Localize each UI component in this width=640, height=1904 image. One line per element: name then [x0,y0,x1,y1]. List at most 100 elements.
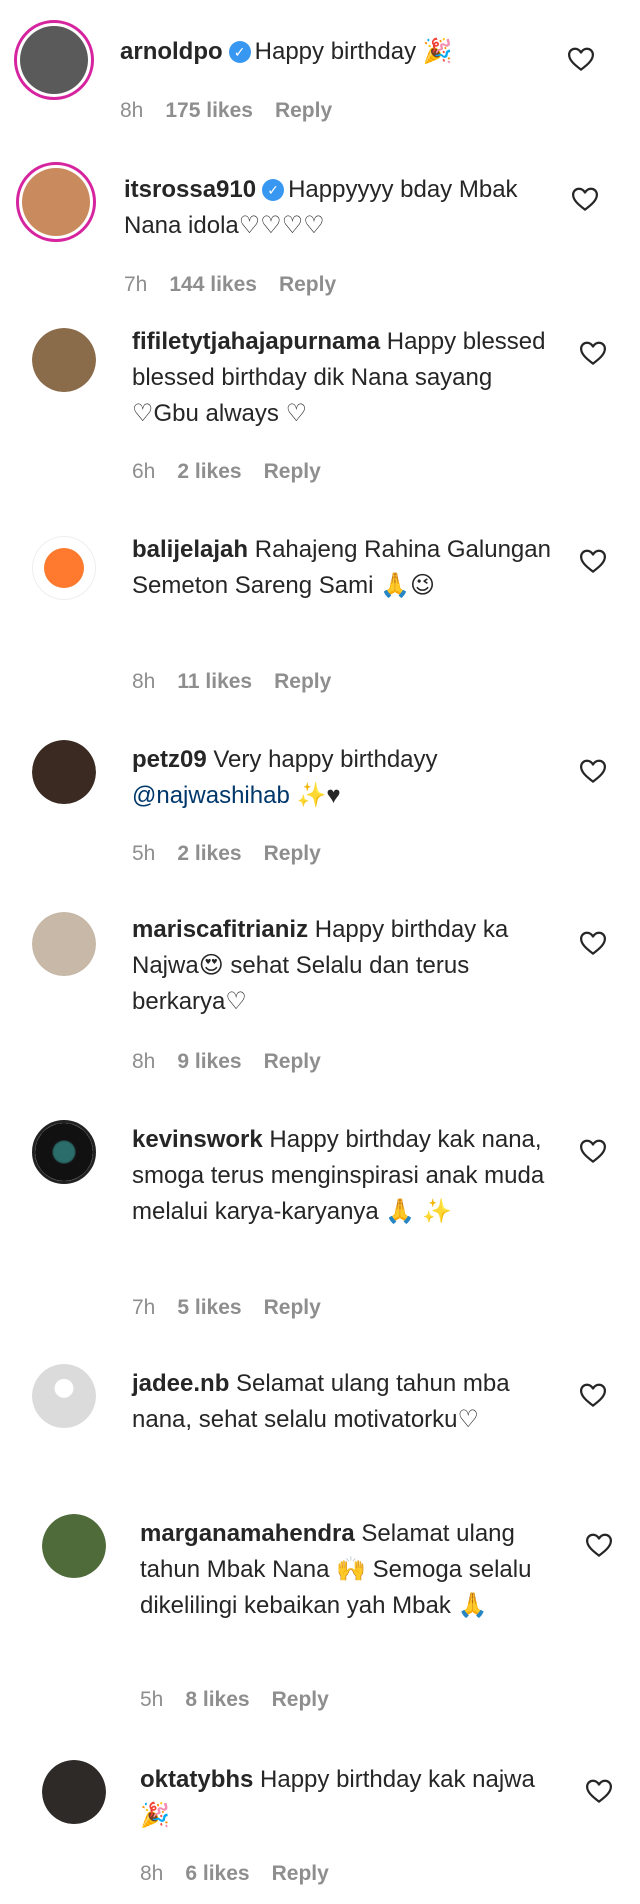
avatar[interactable] [32,912,96,976]
username-link[interactable]: oktatybhs [140,1766,253,1793]
like-heart-icon[interactable] [570,184,600,214]
avatar-image [32,328,96,392]
username-link[interactable]: mariscafitrianiz [132,916,308,943]
likes-count[interactable]: 9 likes [177,1050,241,1073]
comment-body: Happy birthday 🎉 [254,38,453,65]
avatar-image [20,26,88,94]
comment-meta: 5h 8 likes Reply [140,1686,351,1714]
brand-logo-image [33,537,95,599]
comment-text: itsrossa910 ✓ Happyyyy bday Mbak Nana idol… [124,172,534,244]
timestamp: 5h [140,1688,164,1711]
reply-button[interactable]: Reply [264,1050,321,1073]
timestamp: 8h [132,670,156,693]
avatar-image [35,1123,93,1181]
comment: arnoldpo ✓ Happy birthday 🎉 8h 175 likes Rep… [0,0,640,150]
comment-text: jadee.nb Selamat ulang tahun mba nana, s… [132,1366,522,1438]
avatar-image [32,912,96,976]
comment: marganamahendra Selamat ulang tahun Mbak… [0,1514,640,1724]
comment: petz09 Very happy birthdayy @najwashihab … [0,740,640,890]
comment-text: mariscafitrianiz Happy birthday ka Najwa… [132,912,552,1020]
comment-meta: 7h 5 likes Reply [132,1294,343,1322]
username-link[interactable]: itsrossa910 [124,176,256,203]
likes-count[interactable]: 2 likes [177,842,241,865]
avatar[interactable] [14,20,94,100]
comment-text: fifiletytjahajapurnama Happy blessed ble… [132,324,562,432]
avatar-image [22,168,90,236]
comment-text: kevinswork Happy birthday kak nana, smog… [132,1122,552,1230]
comment-body-end: ✨♥ [289,782,341,809]
like-heart-icon[interactable] [578,1380,608,1410]
comment-meta: 8h 175 likes Reply [120,97,354,125]
likes-count[interactable]: 144 likes [169,273,257,296]
comment: oktatybhs Happy birthday kak najwa🎉 8h 6 … [0,1760,640,1904]
avatar[interactable] [42,1514,106,1578]
like-heart-icon[interactable] [566,44,596,74]
comment-meta: 8h 9 likes Reply [132,1048,343,1076]
timestamp: 7h [132,1296,156,1319]
comment-meta: 7h 144 likes Reply [124,271,358,299]
mention-link[interactable]: @najwashihab [132,782,290,809]
comment: jadee.nb Selamat ulang tahun mba nana, s… [0,1364,640,1494]
reply-button[interactable]: Reply [279,273,336,296]
like-heart-icon[interactable] [578,756,608,786]
username-link[interactable]: fifiletytjahajapurnama [132,328,380,355]
like-heart-icon[interactable] [578,546,608,576]
likes-count[interactable]: 11 likes [177,670,252,693]
comment-body: Very happy birthdayy [213,746,438,773]
avatar-image [42,1760,106,1824]
username-link[interactable]: balijelajah [132,536,248,563]
comment-text: oktatybhs Happy birthday kak najwa🎉 [140,1762,540,1834]
timestamp: 5h [132,842,156,865]
reply-button[interactable]: Reply [264,1296,321,1319]
avatar[interactable] [32,328,96,392]
comment: itsrossa910 ✓ Happyyyy bday Mbak Nana idol… [0,150,640,320]
username-link[interactable]: arnoldpo [120,38,223,65]
comment-text: petz09 Very happy birthdayy @najwashihab … [132,742,552,814]
username-link[interactable]: jadee.nb [132,1370,229,1397]
default-avatar-image [32,1364,96,1428]
avatar-image [42,1514,106,1578]
timestamp: 8h [132,1050,156,1073]
avatar[interactable] [32,1120,96,1184]
likes-count[interactable]: 2 likes [177,460,241,483]
comment-meta: 8h 6 likes Reply [140,1860,351,1888]
avatar[interactable] [16,162,96,242]
like-heart-icon[interactable] [584,1776,614,1806]
like-heart-icon[interactable] [578,338,608,368]
comment: fifiletytjahajapurnama Happy blessed ble… [0,320,640,510]
likes-count[interactable]: 8 likes [185,1688,249,1711]
avatar[interactable] [32,536,96,600]
avatar[interactable] [32,1364,96,1428]
verified-badge-icon: ✓ [228,41,251,63]
username-link[interactable]: kevinswork [132,1126,263,1153]
timestamp: 7h [124,273,148,296]
timestamp: 6h [132,460,156,483]
comment: mariscafitrianiz Happy birthday ka Najwa… [0,910,640,1080]
comment: kevinswork Happy birthday kak nana, smog… [0,1120,640,1330]
reply-button[interactable]: Reply [272,1688,329,1711]
reply-button[interactable]: Reply [264,842,321,865]
like-heart-icon[interactable] [578,928,608,958]
username-link[interactable]: marganamahendra [140,1520,355,1547]
reply-button[interactable]: Reply [274,670,331,693]
comment-meta: 8h 11 likes Reply [132,668,353,696]
username-link[interactable]: petz09 [132,746,207,773]
reply-button[interactable]: Reply [264,460,321,483]
likes-count[interactable]: 5 likes [177,1296,241,1319]
like-heart-icon[interactable] [584,1530,614,1560]
comment: balijelajah Rahajeng Rahina Galungan Sem… [0,530,640,700]
like-heart-icon[interactable] [578,1136,608,1166]
reply-button[interactable]: Reply [272,1862,329,1885]
comment-text: marganamahendra Selamat ulang tahun Mbak… [140,1516,540,1624]
avatar[interactable] [42,1760,106,1824]
reply-button[interactable]: Reply [275,99,332,122]
avatar-image [32,740,96,804]
comment-text: balijelajah Rahajeng Rahina Galungan Sem… [132,532,562,604]
verified-badge-icon: ✓ [262,179,285,201]
avatar[interactable] [32,740,96,804]
likes-count[interactable]: 6 likes [185,1862,249,1885]
comment-meta: 6h 2 likes Reply [132,458,343,486]
timestamp: 8h [140,1862,164,1885]
likes-count[interactable]: 175 likes [165,99,253,122]
comment-text: arnoldpo ✓ Happy birthday 🎉 [120,34,560,70]
